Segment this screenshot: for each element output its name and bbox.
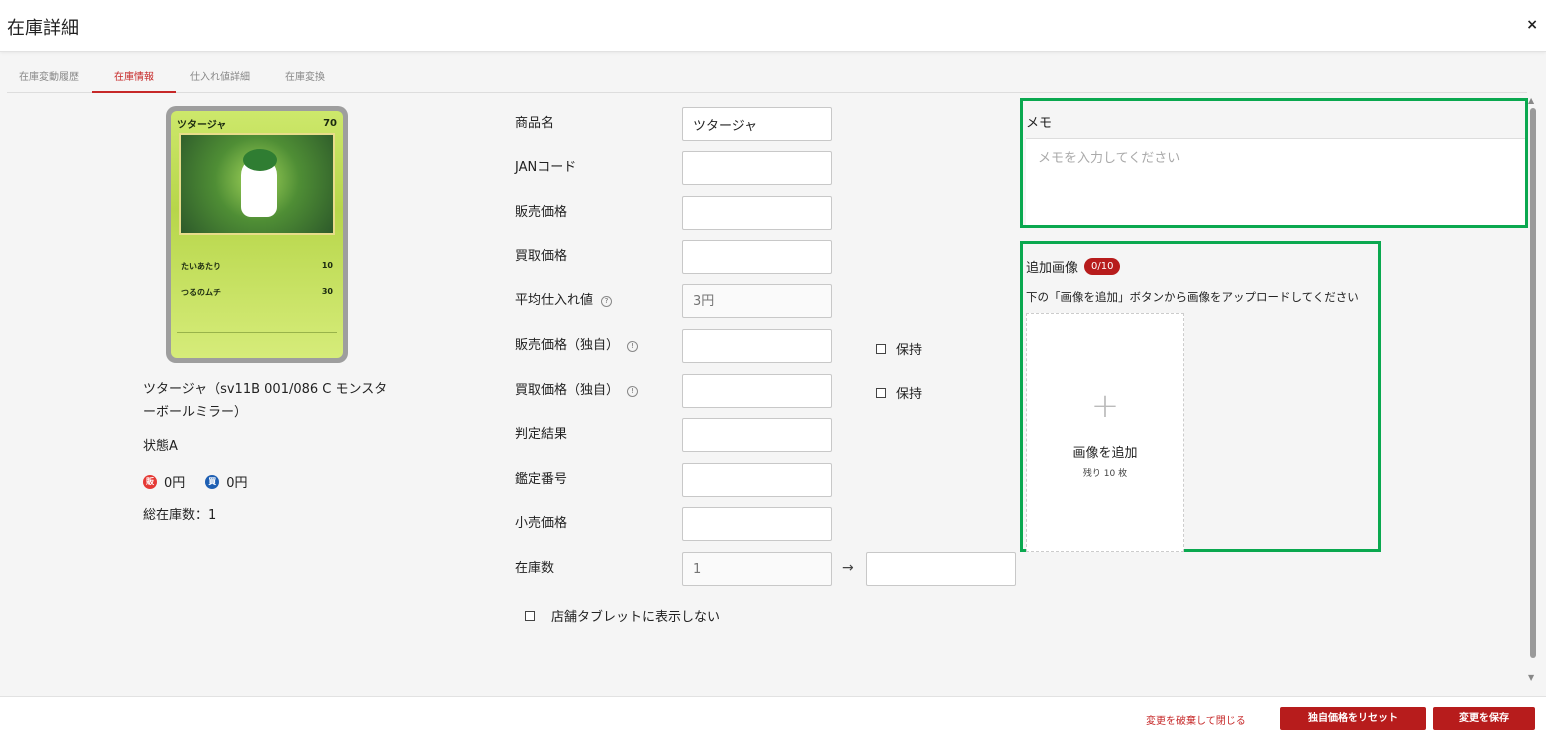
- jan-input[interactable]: [682, 151, 832, 185]
- add-image-button[interactable]: + 画像を追加 残り 10 枚: [1026, 313, 1184, 552]
- product-state: 状態A: [143, 439, 178, 454]
- sell-custom-row: 販売価格（独自） !: [515, 329, 639, 363]
- buy-keep-checkbox[interactable]: 保持: [876, 383, 922, 402]
- card-move-2: つるのムチ 30: [181, 287, 333, 297]
- checkbox-icon[interactable]: [876, 387, 886, 398]
- memo-section: メモ メモを入力してください: [1020, 98, 1528, 228]
- additional-images-section: 追加画像 0/10 下の「画像を追加」ボタンから画像をアップロードしてください …: [1020, 241, 1381, 552]
- plus-icon: +: [1090, 386, 1120, 426]
- product-card-image: ツタージャ 70 たいあたり 10 つるのムチ 30: [166, 106, 348, 363]
- buy-badge-icon: 買: [205, 474, 220, 489]
- images-hint: 下の「画像を追加」ボタンから画像をアップロードしてください: [1026, 290, 1359, 304]
- avg-cost-label: 平均仕入れ値: [515, 293, 594, 308]
- product-name-input[interactable]: [682, 107, 832, 141]
- reset-custom-price-button[interactable]: 独自価格をリセット: [1280, 707, 1426, 730]
- total-stock: 総在庫数：1: [143, 508, 217, 523]
- tab-stock-history[interactable]: 在庫変動履歴: [7, 66, 91, 93]
- scroll-thumb[interactable]: [1530, 108, 1536, 658]
- stock-current-input: [682, 552, 832, 586]
- tab-stock-info[interactable]: 在庫情報: [92, 66, 176, 93]
- buy-keep-label: 保持: [896, 387, 923, 402]
- buy-price-value: 0円: [226, 476, 248, 491]
- avg-cost-input: [682, 284, 832, 318]
- memo-textarea[interactable]: メモを入力してください: [1026, 138, 1525, 225]
- images-count-badge: 0/10: [1084, 258, 1121, 275]
- info-icon[interactable]: !: [627, 385, 639, 397]
- stock-label: 在庫数: [515, 561, 555, 576]
- buy-custom-label: 買取価格（独自）: [515, 383, 620, 398]
- buy-price-label: 買取価格: [515, 249, 568, 264]
- dialog-footer: 変更を破棄して閉じる 独自価格をリセット 変更を保存: [0, 696, 1546, 737]
- tab-cost-detail[interactable]: 仕入れ値詳細: [177, 66, 263, 93]
- arrow-right-icon: →: [842, 560, 854, 576]
- card-artwork: [179, 133, 335, 235]
- images-remaining: 残り 10 枚: [1082, 469, 1128, 479]
- sell-custom-label: 販売価格（独自）: [515, 338, 620, 353]
- sell-price-value: 0円: [164, 476, 186, 491]
- card-move-1: たいあたり 10: [181, 261, 333, 271]
- sell-keep-label: 保持: [896, 343, 923, 358]
- stock-new-input[interactable]: [866, 552, 1016, 586]
- memo-label: メモ: [1026, 116, 1053, 131]
- judge-label: 判定結果: [515, 427, 568, 442]
- tab-stock-convert[interactable]: 在庫変換: [264, 66, 346, 93]
- appraisal-input[interactable]: [682, 463, 832, 497]
- dialog-header: 在庫詳細 ×: [0, 0, 1546, 52]
- appraisal-label: 鑑定番号: [515, 472, 568, 487]
- help-icon[interactable]: ?: [601, 295, 613, 307]
- sell-price-label: 販売価格: [515, 205, 568, 220]
- info-icon[interactable]: !: [627, 340, 639, 352]
- discard-button[interactable]: 変更を破棄して閉じる: [1146, 712, 1246, 727]
- retail-label: 小売価格: [515, 516, 568, 531]
- buy-custom-row: 買取価格（独自） !: [515, 374, 639, 408]
- product-name-label: 商品名: [515, 116, 555, 131]
- dialog-title: 在庫詳細: [7, 18, 79, 39]
- tab-bar: 在庫変動履歴 在庫情報 仕入れ値詳細 在庫変換: [7, 66, 1527, 93]
- add-image-label: 画像を追加: [1072, 446, 1138, 461]
- scroll-up-icon[interactable]: ▲: [1528, 96, 1534, 105]
- buy-price-input[interactable]: [682, 240, 832, 274]
- avg-cost-row: 平均仕入れ値 ?: [515, 284, 613, 318]
- buy-custom-input[interactable]: [682, 374, 832, 408]
- sell-keep-checkbox[interactable]: 保持: [876, 339, 922, 358]
- card-name: ツタージャ: [177, 119, 227, 131]
- sell-price-input[interactable]: [682, 196, 832, 230]
- close-icon[interactable]: ×: [1526, 17, 1538, 33]
- checkbox-icon[interactable]: [876, 343, 886, 354]
- jan-label: JANコード: [515, 160, 577, 175]
- sell-badge-icon: 販: [143, 474, 157, 489]
- scrollbar[interactable]: ▲ ▼: [1528, 96, 1538, 682]
- scroll-down-icon[interactable]: ▼: [1528, 673, 1534, 682]
- save-button[interactable]: 変更を保存: [1433, 707, 1535, 730]
- checkbox-icon[interactable]: [525, 610, 535, 621]
- tablet-hide-checkbox[interactable]: 店舗タブレットに表示しない: [525, 606, 720, 625]
- retail-input[interactable]: [682, 507, 832, 541]
- images-label: 追加画像: [1026, 261, 1079, 276]
- product-full-name: ツタージャ（sv11B 001/086 C モンスターボールミラー）: [143, 382, 388, 420]
- card-hp: 70: [323, 117, 337, 129]
- sell-custom-input[interactable]: [682, 329, 832, 363]
- tablet-hide-label: 店舗タブレットに表示しない: [551, 610, 721, 625]
- price-summary: 販 0円 買 0円: [143, 472, 248, 491]
- judge-input[interactable]: [682, 418, 832, 452]
